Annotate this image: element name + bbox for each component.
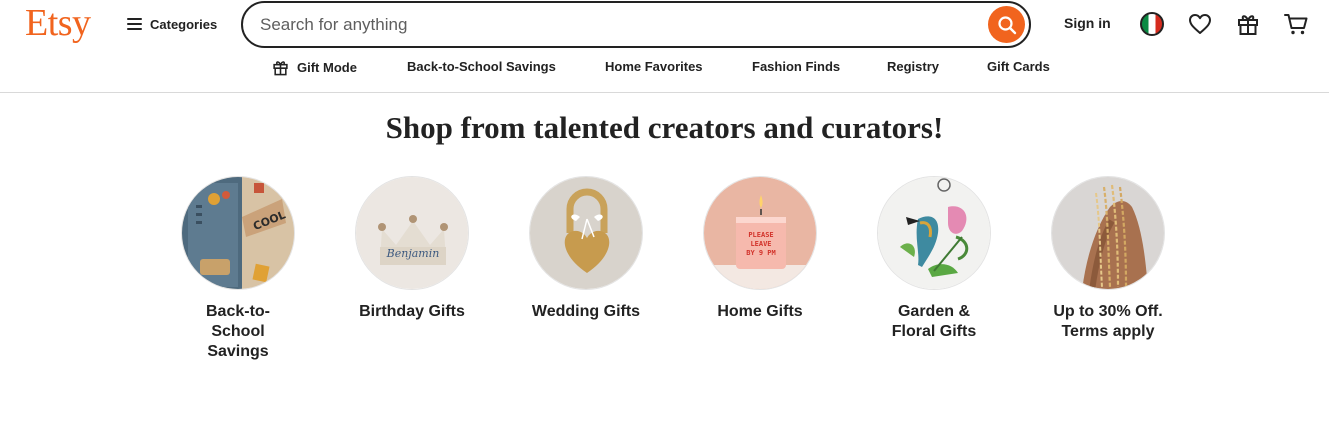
categories-label: Categories	[150, 16, 218, 32]
nav-label: Back-to-School Savings	[407, 59, 556, 74]
cart-icon	[1284, 14, 1308, 35]
category-image: PLEASE LEAVE BY 9 PM	[703, 176, 817, 290]
nav-gift-mode[interactable]: Gift Mode	[272, 59, 357, 76]
gift-icon	[273, 61, 288, 76]
category-tile-wedding-gifts[interactable]: Wedding Gifts	[511, 176, 661, 322]
category-image	[529, 176, 643, 290]
region-selector[interactable]	[1138, 10, 1166, 38]
nav-back-to-school[interactable]: Back-to-School Savings	[407, 59, 556, 74]
category-tile-birthday-gifts[interactable]: Benjamin Birthday Gifts	[337, 176, 487, 322]
gift-shop-button[interactable]	[1234, 10, 1262, 38]
category-label: Home Gifts	[717, 303, 803, 320]
page-headline: Shop from talented creators and curators…	[385, 110, 944, 145]
category-image: COOL	[181, 176, 295, 290]
nav-label: Fashion Finds	[752, 59, 841, 74]
nav-home-favorites[interactable]: Home Favorites	[605, 59, 703, 74]
site-header: Etsy Categories Sign in	[0, 0, 1329, 93]
category-label: Up to 30% Off. Terms apply	[1053, 303, 1163, 340]
nav-fashion-finds[interactable]: Fashion Finds	[752, 59, 840, 74]
category-label: Back-to- School Savings	[205, 303, 270, 360]
svg-text:BY 9 PM: BY 9 PM	[746, 249, 776, 257]
category-tile-garden-floral-gifts[interactable]: Garden & Floral Gifts	[859, 176, 1009, 342]
search-button[interactable]	[988, 6, 1025, 43]
category-tile-deals[interactable]: Up to 30% Off. Terms apply	[1033, 176, 1183, 342]
nav-label: Registry	[887, 59, 940, 74]
category-label: Wedding Gifts	[531, 303, 641, 320]
search-bar	[241, 1, 1031, 48]
menu-icon	[127, 18, 142, 30]
category-tile-back-to-school[interactable]: COOL Back-to- School Savings	[163, 176, 313, 362]
search-input[interactable]	[260, 11, 960, 38]
heart-icon	[1189, 14, 1211, 34]
category-label: Garden & Floral Gifts	[891, 303, 977, 340]
nav-registry[interactable]: Registry	[887, 59, 939, 74]
svg-text:LEAVE: LEAVE	[750, 240, 771, 248]
nav-gift-cards[interactable]: Gift Cards	[987, 59, 1050, 74]
cart-button[interactable]	[1282, 10, 1310, 38]
italy-flag-icon	[1140, 12, 1164, 36]
nav-label: Gift Mode	[297, 60, 357, 75]
categories-button[interactable]: Categories	[127, 14, 217, 34]
category-image: Benjamin	[355, 176, 469, 290]
etsy-logo[interactable]: Etsy	[25, 1, 91, 45]
svg-text:PLEASE: PLEASE	[748, 231, 773, 239]
category-nav: Gift Mode Back-to-School Savings Home Fa…	[0, 59, 1329, 81]
category-label: Birthday Gifts	[359, 303, 465, 320]
nav-label: Home Favorites	[605, 59, 703, 74]
favorites-button[interactable]	[1186, 10, 1214, 38]
image-text: Benjamin	[386, 247, 440, 260]
nav-label: Gift Cards	[987, 59, 1050, 74]
category-tile-home-gifts[interactable]: PLEASE LEAVE BY 9 PM Home Gifts	[685, 176, 835, 322]
sign-in-link[interactable]: Sign in	[1064, 15, 1111, 31]
search-icon	[997, 15, 1016, 34]
category-image	[1051, 176, 1165, 290]
category-image	[877, 176, 991, 290]
gift-icon	[1238, 15, 1258, 35]
